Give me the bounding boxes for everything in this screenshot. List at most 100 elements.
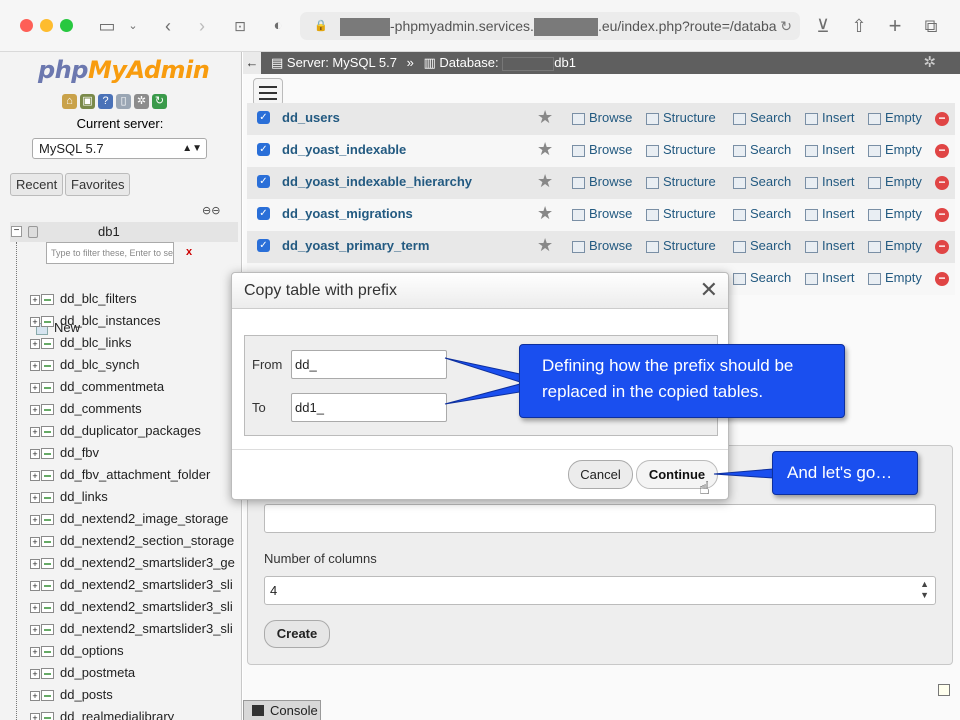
sidebar-table-item[interactable]: + dd_realmedialibrary [30, 706, 241, 720]
minimize-window-icon[interactable] [40, 19, 53, 32]
expand-icon[interactable]: + [30, 580, 40, 591]
console-toggle-icon[interactable] [938, 684, 950, 696]
console-tab[interactable]: Console [243, 700, 321, 720]
sidebar-table-item[interactable]: + dd_nextend2_section_storage [30, 530, 241, 552]
search-link[interactable]: Search [733, 238, 791, 253]
from-prefix-input[interactable]: dd_ [291, 350, 447, 379]
breadcrumb-database[interactable]: db1 [554, 55, 576, 70]
new-tab-icon[interactable]: + [884, 14, 906, 38]
tree-database-node[interactable]: − db1 [10, 222, 238, 242]
expand-icon[interactable]: + [30, 536, 40, 547]
table-name-input[interactable] [264, 504, 936, 533]
number-of-columns-input[interactable]: 4 ▲ ▼ [264, 576, 936, 605]
expand-icon[interactable]: + [30, 558, 40, 569]
sidebar-table-item[interactable]: + dd_blc_filters [30, 288, 241, 310]
search-link[interactable]: Search [733, 110, 791, 125]
search-link[interactable]: Search [733, 142, 791, 157]
expand-icon[interactable]: + [30, 712, 40, 720]
sidebar-table-item[interactable]: + dd_nextend2_smartslider3_sli [30, 574, 241, 596]
sidebar-table-item[interactable]: + dd_posts [30, 684, 241, 706]
empty-link[interactable]: Empty [868, 238, 922, 253]
expand-icon[interactable]: + [30, 492, 40, 503]
forward-icon[interactable]: › [194, 14, 210, 38]
favorite-star-icon[interactable]: ★ [537, 171, 553, 192]
search-link[interactable]: Search [733, 206, 791, 221]
create-button[interactable]: Create [264, 620, 330, 648]
expand-icon[interactable]: + [30, 646, 40, 657]
row-checkbox[interactable]: ✓ [257, 239, 270, 252]
expand-icon[interactable]: + [30, 448, 40, 459]
sidebar-table-item[interactable]: + dd_nextend2_smartslider3_sli [30, 618, 241, 640]
row-checkbox[interactable]: ✓ [257, 111, 270, 124]
table-name-link[interactable]: dd_yoast_migrations [282, 206, 413, 221]
sidebar-table-item[interactable]: + dd_postmeta [30, 662, 241, 684]
shield-icon[interactable]: ◐ [268, 14, 288, 38]
expand-icon[interactable]: + [30, 338, 40, 349]
sidebar-toggle-icon[interactable]: ▭ [96, 14, 118, 38]
search-link[interactable]: Search [733, 270, 791, 285]
sidebar-table-item[interactable]: + dd_blc_links [30, 332, 241, 354]
table-name-link[interactable]: dd_yoast_indexable [282, 142, 406, 157]
browse-link[interactable]: Browse [572, 206, 632, 221]
sidebar-table-item[interactable]: + dd_comments [30, 398, 241, 420]
tab-favorites[interactable]: Favorites [65, 173, 131, 196]
insert-link[interactable]: Insert [805, 174, 855, 189]
share-icon[interactable]: ⇧ [848, 14, 870, 38]
to-prefix-input[interactable]: dd1_ [291, 393, 447, 422]
back-icon[interactable]: ‹ [160, 14, 176, 38]
drop-table-icon[interactable]: − [935, 112, 949, 126]
sidebar-table-item[interactable]: + dd_fbv_attachment_folder [30, 464, 241, 486]
expand-icon[interactable]: + [30, 426, 40, 437]
empty-link[interactable]: Empty [868, 206, 922, 221]
expand-icon[interactable]: + [30, 382, 40, 393]
insert-link[interactable]: Insert [805, 110, 855, 125]
search-link[interactable]: Search [733, 174, 791, 189]
table-name-link[interactable]: dd_users [282, 110, 340, 125]
table-filter-input[interactable]: Type to filter these, Enter to se [46, 242, 174, 264]
sidebar-table-item[interactable]: + dd_commentmeta [30, 376, 241, 398]
hamburger-menu-button[interactable] [253, 78, 283, 106]
row-checkbox[interactable]: ✓ [257, 143, 270, 156]
expand-icon[interactable]: + [30, 470, 40, 481]
sidebar-table-item[interactable]: + dd_blc_synch [30, 354, 241, 376]
browse-link[interactable]: Browse [572, 238, 632, 253]
table-name-link[interactable]: dd_yoast_primary_term [282, 238, 429, 253]
browse-link[interactable]: Browse [572, 142, 632, 157]
empty-link[interactable]: Empty [868, 110, 922, 125]
browse-link[interactable]: Browse [572, 174, 632, 189]
drop-table-icon[interactable]: − [935, 176, 949, 190]
sidebar-table-item[interactable]: + dd_nextend2_smartslider3_ge [30, 552, 241, 574]
sidebar-table-item[interactable]: + dd_nextend2_smartslider3_sli [30, 596, 241, 618]
sidebar-table-item[interactable]: + dd_fbv [30, 442, 241, 464]
sidebar-table-item[interactable]: + dd_options [30, 640, 241, 662]
sidebar-table-item[interactable]: + dd_blc_instances [30, 310, 241, 332]
structure-link[interactable]: Structure [646, 142, 716, 157]
empty-link[interactable]: Empty [868, 174, 922, 189]
breadcrumb-database-label[interactable]: Database: [439, 55, 498, 70]
sidebar-table-item[interactable]: + dd_links [30, 486, 241, 508]
favorite-star-icon[interactable]: ★ [537, 107, 553, 128]
browse-link[interactable]: Browse [572, 110, 632, 125]
expand-icon[interactable]: + [30, 294, 40, 305]
documentation-icon[interactable]: ▯ [116, 94, 131, 109]
expand-icon[interactable]: + [30, 404, 40, 415]
close-icon[interactable]: ✕ [700, 279, 718, 301]
empty-link[interactable]: Empty [868, 270, 922, 285]
drop-table-icon[interactable]: − [935, 208, 949, 222]
favorite-star-icon[interactable]: ★ [537, 139, 553, 160]
settings-gear-icon[interactable]: ✲ [923, 52, 936, 74]
privacy-report-icon[interactable]: ⊡ [230, 14, 250, 38]
row-checkbox[interactable]: ✓ [257, 207, 270, 220]
clear-filter-icon[interactable]: x [186, 246, 192, 258]
table-name-link[interactable]: dd_yoast_indexable_hierarchy [282, 174, 472, 189]
chevron-down-icon[interactable]: ⌄ [126, 14, 140, 38]
tab-recent[interactable]: Recent [10, 173, 64, 196]
expand-icon[interactable]: + [30, 624, 40, 635]
insert-link[interactable]: Insert [805, 142, 855, 157]
insert-link[interactable]: Insert [805, 270, 855, 285]
drop-table-icon[interactable]: − [935, 272, 949, 286]
drop-table-icon[interactable]: − [935, 240, 949, 254]
stepper-arrows-icon[interactable]: ▲ ▼ [920, 579, 929, 601]
insert-link[interactable]: Insert [805, 206, 855, 221]
reload-icon[interactable]: ↻ [780, 12, 792, 40]
